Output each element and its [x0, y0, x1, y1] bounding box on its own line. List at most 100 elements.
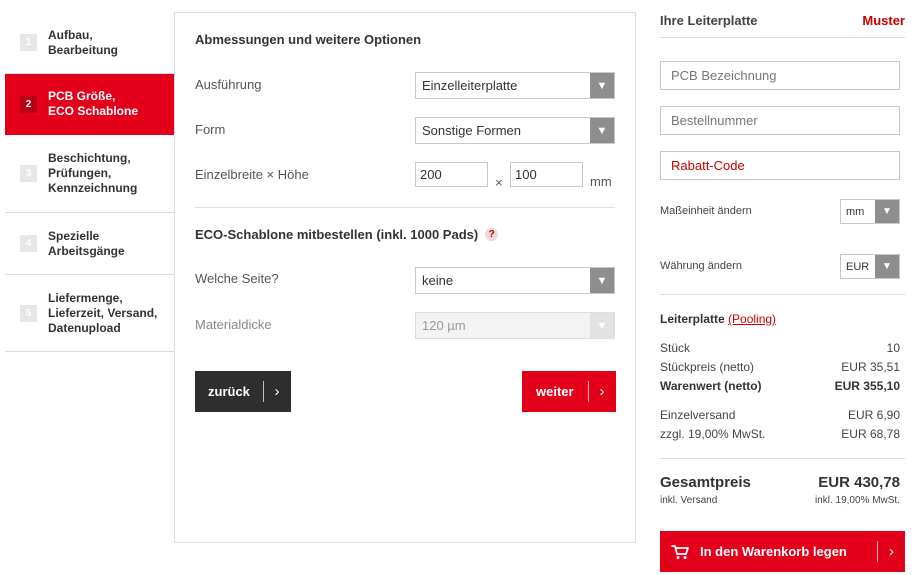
step-label: Beschichtung, Prüfungen, Kennzeichnung [48, 151, 137, 196]
chevron-down-icon: ▼ [875, 255, 899, 278]
section-divider [195, 207, 615, 208]
unit-select[interactable]: mm ▼ [840, 199, 900, 224]
step-label-line: Beschichtung, [48, 151, 131, 165]
chevron-down-icon: ▼ [590, 268, 614, 293]
chevron-right-icon: › [599, 383, 605, 400]
summary-row: Stückpreis (netto) EUR 35,51 [660, 360, 900, 374]
execution-select-value: Einzelleiterplatte [422, 78, 518, 93]
help-icon[interactable]: ? [485, 228, 499, 242]
next-button[interactable]: weiter › [522, 371, 616, 412]
chevron-down-icon: ▼ [590, 73, 614, 98]
summary-row: Stück 10 [660, 341, 900, 355]
summary-row: zzgl. 19,00% MwSt. EUR 68,78 [660, 427, 900, 441]
summary-row: Warenwert (netto) EUR 355,10 [660, 379, 900, 393]
summary-row-value: EUR 6,90 [847, 408, 900, 422]
thickness-select-value: 120 µm [422, 318, 466, 333]
step-4-spezielle-arbeitsgaenge[interactable]: 4 Spezielle Arbeitsgänge [5, 213, 175, 275]
summary-row: Einzelversand EUR 6,90 [660, 408, 900, 422]
back-button-label: zurück [208, 384, 250, 399]
summary-row-label: Stück [660, 341, 691, 355]
summary-row-value: EUR 35,51 [841, 360, 900, 374]
unit-select-value: mm [846, 205, 865, 218]
add-to-cart-label: In den Warenkorb legen [700, 544, 847, 559]
step-label: Spezielle Arbeitsgänge [48, 229, 125, 259]
sidebar-divider [660, 37, 905, 38]
eco-stencil-title-text: ECO-Schablone mitbestellen (inkl. 1000 P… [195, 227, 479, 242]
summary-row-value: 10 [886, 341, 900, 355]
size-label: Einzelbreite × Höhe [195, 167, 309, 182]
step-label-line: Aufbau, [48, 27, 93, 42]
chevron-down-icon: ▼ [590, 313, 614, 338]
form-select-value: Sonstige Formen [422, 123, 521, 138]
sidebar-divider [660, 458, 905, 459]
step-label-line: Bearbeitung [48, 42, 119, 57]
total-vat-note: inkl. 19,00% MwSt. [814, 495, 900, 506]
side-select-value: keine [422, 273, 454, 288]
thickness-label: Materialdicke [195, 317, 272, 332]
step-number: 3 [20, 165, 37, 182]
execution-select[interactable]: Einzelleiterplatte ▼ [415, 72, 615, 99]
step-number: 5 [20, 304, 37, 322]
summary-row-value: EUR 355,10 [834, 379, 900, 393]
pcb-name-input[interactable] [660, 61, 900, 90]
unit-change-label: Maßeinheit ändern [660, 205, 752, 217]
unit-label: mm [590, 174, 612, 189]
step-label-line: Prüfungen, [48, 166, 112, 180]
step-label: Liefermenge, Lieferzeit, Versand, Datenu… [48, 291, 157, 336]
summary-title: Leiterplatte (Pooling) [660, 312, 776, 326]
sidebar-title: Ihre Leiterplatte [660, 13, 758, 28]
total-value: EUR 430,78 [818, 474, 900, 491]
step-label-line: ECO Schablone [48, 104, 139, 118]
step-number: 1 [20, 34, 37, 51]
summary-title-text: Leiterplatte [660, 312, 725, 326]
pooling-link[interactable]: (Pooling) [728, 312, 776, 326]
cart-icon [660, 544, 700, 560]
summary-row-label: Warenwert (netto) [660, 379, 762, 393]
step-3-beschichtung[interactable]: 3 Beschichtung, Prüfungen, Kennzeichnung [5, 135, 175, 213]
order-number-input[interactable] [660, 106, 900, 135]
width-input[interactable] [415, 162, 488, 187]
promo-code-input[interactable] [660, 151, 900, 180]
step-navigation: 1 Aufbau, Bearbeitung 2 PCB Größe, ECO S… [5, 12, 184, 352]
sample-link[interactable]: Muster [862, 13, 905, 28]
sidebar-divider [660, 294, 905, 295]
side-label: Welche Seite? [195, 271, 279, 286]
step-label-line: Kennzeichnung [48, 181, 138, 195]
total-shipping-note: inkl. Versand [660, 495, 718, 506]
step-number: 2 [20, 95, 37, 113]
chevron-right-icon: › [274, 383, 280, 400]
add-to-cart-button[interactable]: In den Warenkorb legen › [660, 531, 905, 572]
chevron-down-icon: ▼ [590, 118, 614, 143]
step-label-line: Lieferzeit, Versand, [48, 305, 158, 320]
step-2-pcb-groesse[interactable]: 2 PCB Größe, ECO Schablone [5, 74, 184, 135]
step-label-line: Arbeitsgänge [48, 243, 125, 258]
step-number: 4 [20, 235, 37, 252]
summary-row-label: Einzelversand [660, 408, 736, 422]
summary-row-value: EUR 68,78 [841, 427, 900, 441]
form-label: Form [195, 122, 226, 137]
height-input[interactable] [510, 162, 583, 187]
form-select[interactable]: Sonstige Formen ▼ [415, 117, 615, 144]
configuration-panel: Abmessungen und weitere Optionen Ausführ… [174, 12, 636, 543]
step-label-line: Liefermenge, [48, 290, 123, 305]
chevron-down-icon: ▼ [875, 200, 899, 223]
step-1-aufbau[interactable]: 1 Aufbau, Bearbeitung [5, 12, 175, 74]
step-5-liefermenge[interactable]: 5 Liefermenge, Lieferzeit, Versand, Date… [5, 275, 175, 352]
step-label-line: Spezielle [48, 228, 100, 243]
back-button[interactable]: zurück › [195, 371, 291, 412]
order-sidebar: Ihre Leiterplatte Muster Maßeinheit ände… [660, 0, 905, 575]
summary-row-label: zzgl. 19,00% MwSt. [660, 427, 766, 441]
execution-label: Ausführung [195, 77, 262, 92]
currency-select-value: EUR [846, 260, 870, 273]
step-label: Aufbau, Bearbeitung [48, 28, 118, 58]
thickness-select: 120 µm ▼ [415, 312, 615, 339]
dimensions-section-title: Abmessungen und weitere Optionen [195, 32, 422, 47]
times-symbol: × [495, 175, 503, 190]
currency-change-label: Währung ändern [660, 260, 742, 272]
chevron-right-icon: › [889, 543, 894, 560]
eco-stencil-title: ECO-Schablone mitbestellen (inkl. 1000 P… [195, 227, 499, 242]
currency-select[interactable]: EUR ▼ [840, 254, 900, 279]
side-select[interactable]: keine ▼ [415, 267, 615, 294]
next-button-label: weiter [536, 384, 574, 399]
step-label-line: Datenupload [48, 320, 121, 335]
